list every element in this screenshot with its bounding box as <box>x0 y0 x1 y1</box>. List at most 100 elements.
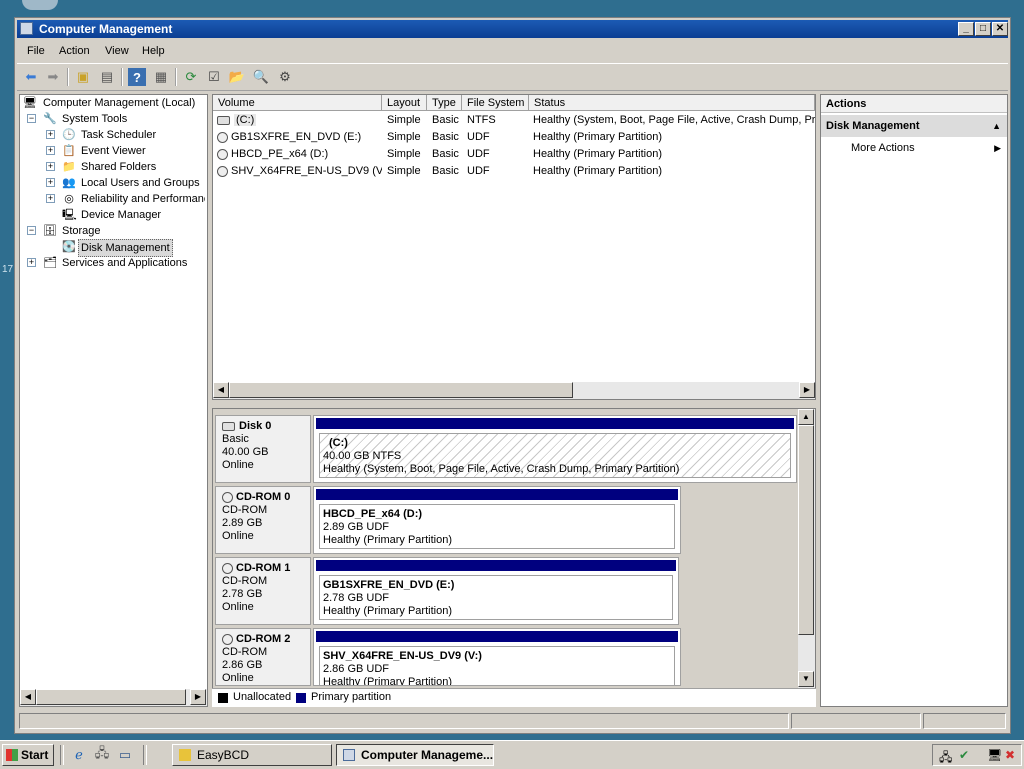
table-row[interactable]: (C:) Simple Basic NTFS Healthy (System, … <box>213 112 815 129</box>
more-actions-item[interactable]: More Actions ▶ <box>821 139 1007 157</box>
disk-label[interactable]: CD-ROM 2 CD-ROM 2.86 GB Online <box>215 628 311 686</box>
tree-item-reliability[interactable]: + ◎ Reliability and Performance <box>20 191 205 207</box>
partition-v[interactable]: SHV_X64FRE_EN-US_DV9 (V:) 2.86 GB UDF He… <box>313 628 681 686</box>
window-title: Computer Management <box>39 22 173 36</box>
tools-icon: 🔧 <box>43 113 57 125</box>
settings-icon[interactable]: ⚙ <box>276 68 294 86</box>
cd-drive-icon <box>217 165 228 177</box>
partition-c[interactable]: (C:) 40.00 GB NTFS Healthy (System, Boot… <box>313 415 797 483</box>
table-row[interactable]: GB1SXFRE_EN_DVD (E:) Simple Basic UDF He… <box>213 129 813 146</box>
gauge-icon: ◎ <box>64 193 74 205</box>
shared-folder-icon: 📁 <box>62 161 76 173</box>
scroll-up-button[interactable]: ▲ <box>798 409 814 425</box>
partition-e[interactable]: GB1SXFRE_EN_DVD (E:) 2.78 GB UDF Healthy… <box>313 557 679 625</box>
primary-swatch <box>296 693 306 703</box>
actions-header: Actions <box>821 95 1007 113</box>
expand-icon[interactable]: + <box>27 258 36 267</box>
storage-icon: 🗄 <box>43 225 57 237</box>
actions-pane: Actions Disk Management ▲ More Actions ▶ <box>820 94 1008 707</box>
column-type[interactable]: Type <box>427 95 462 111</box>
system-tray: 🖧 ✔ 🖥 ✖ <box>932 744 1022 766</box>
disk-label[interactable]: Disk 0 Basic 40.00 GB Online <box>215 415 311 483</box>
desktop-edge-text: 17 <box>2 264 14 275</box>
scroll-left-button[interactable]: ◀ <box>20 689 36 705</box>
collapse-icon[interactable]: − <box>27 226 36 235</box>
scroll-right-button[interactable]: ▶ <box>799 382 815 398</box>
scroll-right-button[interactable]: ▶ <box>190 689 206 705</box>
refresh-icon[interactable]: ⟳ <box>182 68 200 86</box>
clock-icon: 🕒 <box>62 129 76 141</box>
computer-icon: 🖥 <box>23 97 37 109</box>
collapse-icon[interactable]: − <box>27 114 36 123</box>
taskbar-easybcd[interactable]: EasyBCD <box>172 744 332 766</box>
table-row[interactable]: HBCD_PE_x64 (D:) Simple Basic UDF Health… <box>213 146 813 163</box>
search-icon[interactable]: 🔍 <box>252 68 270 86</box>
cd-drive-icon <box>217 131 228 143</box>
back-icon[interactable]: ⬅ <box>22 68 40 86</box>
volume-horizontal-scrollbar[interactable]: ◀ ▶ <box>213 382 815 399</box>
forward-icon[interactable]: ➡ <box>44 68 62 86</box>
volume-muted-icon[interactable]: ✖ <box>1005 748 1015 762</box>
menu-help[interactable]: Help <box>142 45 165 57</box>
show-desktop-icon[interactable]: ▭ <box>116 746 134 764</box>
properties-icon[interactable]: ☑ <box>205 68 223 86</box>
expand-icon[interactable]: + <box>46 130 55 139</box>
scroll-thumb[interactable] <box>229 382 573 398</box>
up-folder-icon[interactable]: ▣ <box>74 68 92 86</box>
scroll-left-button[interactable]: ◀ <box>213 382 229 398</box>
toolbar: ⬅ ➡ ▣ ▤ ? ▦ ⟳ ☑ 📂 🔍 ⚙ <box>17 63 1008 91</box>
start-button[interactable]: Start <box>2 744 54 766</box>
minimize-button[interactable]: _ <box>958 22 974 36</box>
expand-icon[interactable]: + <box>46 146 55 155</box>
expand-icon[interactable]: + <box>46 162 55 171</box>
users-icon: 👥 <box>62 177 76 189</box>
network-icon[interactable]: 🖧 <box>939 748 952 769</box>
partition-d[interactable]: HBCD_PE_x64 (D:) 2.89 GB UDF Healthy (Pr… <box>313 486 681 554</box>
maximize-button[interactable]: □ <box>975 22 991 36</box>
menu-action[interactable]: Action <box>59 45 90 57</box>
actions-section-disk-management[interactable]: Disk Management ▲ <box>821 115 1007 137</box>
scroll-thumb[interactable] <box>798 425 814 635</box>
computer-management-icon <box>343 749 355 761</box>
recycle-bin-icon[interactable] <box>22 0 58 10</box>
table-row[interactable]: SHV_X64FRE_EN-US_DV9 (V:) Simple Basic U… <box>213 163 813 180</box>
device-manager-icon: 🖳 <box>62 209 77 221</box>
title-bar[interactable]: Computer Management _ □ ✕ <box>17 20 1008 38</box>
cd-drive-icon <box>217 148 228 160</box>
show-hide-tree-icon[interactable]: ▤ <box>98 68 116 86</box>
disk-map: Disk 0 Basic 40.00 GB Online (C:) 40.00 … <box>212 408 816 707</box>
column-status[interactable]: Status <box>529 95 815 111</box>
help-icon[interactable]: ? <box>128 68 146 86</box>
open-icon[interactable]: 📂 <box>228 68 246 86</box>
disk-label[interactable]: CD-ROM 0 CD-ROM 2.89 GB Online <box>215 486 311 554</box>
collapse-arrow-icon[interactable]: ▲ <box>992 115 1001 137</box>
scroll-thumb[interactable] <box>36 689 186 705</box>
status-panel <box>791 713 921 729</box>
disk-label[interactable]: CD-ROM 1 CD-ROM 2.78 GB Online <box>215 557 311 625</box>
submenu-arrow-icon: ▶ <box>994 143 1001 153</box>
taskbar-computer-management[interactable]: Computer Manageme... <box>336 744 494 766</box>
properties-view-icon[interactable]: ▦ <box>152 68 170 86</box>
column-file-system[interactable]: File System <box>462 95 529 111</box>
menu-view[interactable]: View <box>105 45 129 57</box>
scroll-down-button[interactable]: ▼ <box>798 671 814 687</box>
display-icon[interactable]: 🖥 <box>987 748 1002 762</box>
computer-management-window: Computer Management _ □ ✕ File Action Vi… <box>14 17 1011 734</box>
hard-drive-icon <box>222 421 235 431</box>
hard-drive-icon <box>217 115 230 125</box>
close-button[interactable]: ✕ <box>992 22 1008 36</box>
security-shield-icon[interactable]: ✔ <box>959 748 969 762</box>
volume-list: Volume Layout Type File System Status (C… <box>212 94 816 400</box>
expand-icon[interactable]: + <box>46 178 55 187</box>
internet-explorer-icon[interactable]: ℯ <box>70 746 88 764</box>
diskmap-vertical-scrollbar[interactable]: ▲ ▼ <box>798 409 815 688</box>
column-layout[interactable]: Layout <box>382 95 427 111</box>
server-manager-icon[interactable]: 🖧 <box>93 745 111 764</box>
disk-legend: Unallocated Primary partition <box>212 688 816 707</box>
status-panel <box>923 713 1006 729</box>
column-volume[interactable]: Volume <box>213 95 382 111</box>
expand-icon[interactable]: + <box>46 194 55 203</box>
menu-file[interactable]: File <box>27 45 45 57</box>
disk-management-icon: 💽 <box>62 241 76 253</box>
tree-horizontal-scrollbar[interactable]: ◀ ▶ <box>20 689 207 706</box>
